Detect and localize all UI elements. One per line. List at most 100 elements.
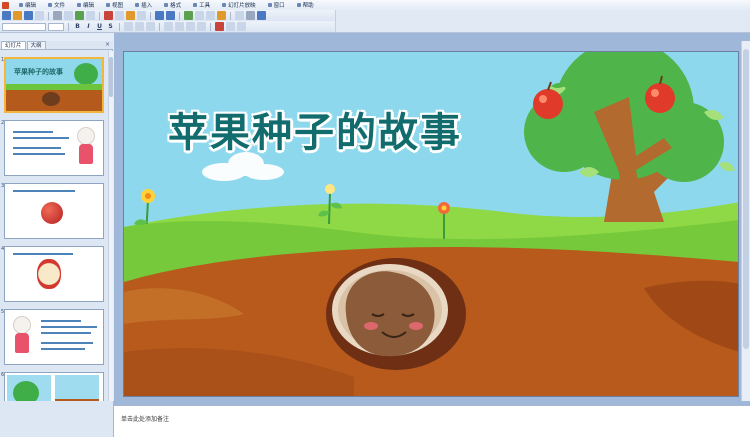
toolbar-separator bbox=[230, 11, 231, 20]
thumb-text-line bbox=[41, 348, 85, 350]
standard-toolbar bbox=[0, 10, 335, 21]
menu-label: 插入 bbox=[141, 3, 153, 9]
slide-thumbnail-3[interactable] bbox=[4, 183, 104, 239]
menu-item-help[interactable]: 帮助 bbox=[291, 0, 320, 10]
slides-panel-scrollbar[interactable] bbox=[108, 51, 113, 401]
toolbar-separator bbox=[68, 22, 69, 31]
font-name-box[interactable] bbox=[2, 22, 46, 31]
app-icon[interactable] bbox=[2, 1, 9, 9]
slide-editing-area: 苹果种子的故事 bbox=[114, 33, 750, 405]
menu-item-window[interactable]: 窗口 bbox=[262, 0, 291, 10]
slide-thumbnail-5[interactable] bbox=[4, 309, 104, 365]
slide-thumbnail-1[interactable]: 苹果种子的故事 bbox=[4, 57, 104, 113]
menu-icon bbox=[222, 3, 227, 7]
zoom-icon[interactable] bbox=[246, 11, 255, 20]
menu-item-edit[interactable]: 编辑 bbox=[71, 0, 100, 10]
italic-button[interactable]: I bbox=[84, 22, 93, 31]
insert-table-icon[interactable] bbox=[195, 11, 204, 20]
notes-placeholder[interactable]: 单击此处添加备注 bbox=[121, 414, 169, 423]
underline-button[interactable]: U bbox=[95, 22, 104, 31]
menu-icon bbox=[164, 3, 169, 7]
formatting-toolbar: B I U S bbox=[0, 21, 335, 32]
toolbar-separator bbox=[150, 11, 151, 20]
toolbar-separator bbox=[119, 22, 120, 31]
close-icon[interactable]: × bbox=[105, 41, 110, 49]
scrollbar-thumb[interactable] bbox=[743, 49, 749, 349]
design-icon[interactable] bbox=[226, 22, 235, 31]
insert-chart-icon[interactable] bbox=[184, 11, 193, 20]
menu-item-slideshow[interactable]: 幻灯片放映 bbox=[216, 0, 262, 10]
paste-icon[interactable] bbox=[126, 11, 135, 20]
thumb-text-line bbox=[13, 147, 61, 149]
slide-title[interactable]: 苹果种子的故事 bbox=[168, 100, 462, 158]
align-right-icon[interactable] bbox=[146, 22, 155, 31]
print-icon[interactable] bbox=[53, 11, 62, 20]
apple-seed-icon bbox=[326, 258, 466, 370]
panel-footer bbox=[0, 401, 114, 437]
thumb-text-line bbox=[13, 190, 75, 192]
toolbar-separator bbox=[210, 22, 211, 31]
thumb-text-line bbox=[41, 342, 93, 344]
menu-label: 视图 bbox=[112, 3, 124, 9]
toolbar-separator bbox=[179, 11, 180, 20]
tab-slides[interactable]: 幻灯片 bbox=[1, 41, 26, 49]
shadow-button[interactable]: S bbox=[106, 22, 115, 31]
slide-thumbnail-2[interactable] bbox=[4, 120, 104, 176]
insert-clipart-icon[interactable] bbox=[217, 11, 226, 20]
decrease-font-icon[interactable] bbox=[197, 22, 206, 31]
toolbar-empty-area bbox=[335, 10, 750, 32]
help-icon[interactable] bbox=[257, 11, 266, 20]
print-preview-icon[interactable] bbox=[64, 11, 73, 20]
thumb-text-line bbox=[41, 332, 91, 334]
redo-icon[interactable] bbox=[166, 11, 175, 20]
thumb-tree-scene bbox=[7, 375, 51, 401]
font-color-icon[interactable] bbox=[215, 22, 224, 31]
menu-item-tools[interactable]: 工具 bbox=[187, 0, 216, 10]
menu-item-file[interactable]: 文件 bbox=[42, 0, 71, 10]
bullets-icon[interactable] bbox=[175, 22, 184, 31]
thumb-title: 苹果种子的故事 bbox=[14, 68, 63, 76]
undo-icon[interactable] bbox=[155, 11, 164, 20]
align-left-icon[interactable] bbox=[124, 22, 133, 31]
format-painter-icon[interactable] bbox=[137, 11, 146, 20]
notes-pane[interactable]: 单击此处添加备注 bbox=[114, 405, 750, 437]
font-size-box[interactable] bbox=[48, 22, 64, 31]
slide-vertical-scrollbar[interactable] bbox=[741, 41, 750, 401]
copy-icon[interactable] bbox=[115, 11, 124, 20]
menu-label: 幻灯片放映 bbox=[228, 3, 256, 9]
insert-picture-icon[interactable] bbox=[206, 11, 215, 20]
menu-label: 工具 bbox=[199, 3, 211, 9]
align-center-icon[interactable] bbox=[135, 22, 144, 31]
menu-label: 窗口 bbox=[273, 3, 285, 9]
menu-icon bbox=[296, 3, 301, 7]
slide-thumbnail-4[interactable] bbox=[4, 246, 104, 302]
cut-icon[interactable] bbox=[104, 11, 113, 20]
bold-button[interactable]: B bbox=[73, 22, 82, 31]
menu-item-insert[interactable]: 插入 bbox=[129, 0, 158, 10]
numbering-icon[interactable] bbox=[164, 22, 173, 31]
thumb-girl-illustration bbox=[11, 316, 33, 356]
spelling-icon[interactable] bbox=[75, 11, 84, 20]
menu-item-edit-0[interactable]: 编辑 bbox=[13, 0, 42, 10]
slide-thumbnail-6[interactable] bbox=[4, 372, 104, 401]
research-icon[interactable] bbox=[86, 11, 95, 20]
tab-outline[interactable]: 大纲 bbox=[26, 41, 46, 49]
current-slide[interactable]: 苹果种子的故事 bbox=[123, 51, 739, 397]
new-file-icon[interactable] bbox=[2, 11, 11, 20]
menu-item-view[interactable]: 视图 bbox=[100, 0, 129, 10]
thumb-half-apple-image bbox=[37, 259, 61, 289]
menu-item-format[interactable]: 格式 bbox=[158, 0, 187, 10]
color-grayscale-icon[interactable] bbox=[235, 11, 244, 20]
thumb-text-line bbox=[13, 253, 73, 255]
save-icon[interactable] bbox=[24, 11, 33, 20]
open-folder-icon[interactable] bbox=[13, 11, 22, 20]
panel-tabs: 幻灯片 大纲 × bbox=[0, 41, 113, 50]
increase-font-icon[interactable] bbox=[186, 22, 195, 31]
new-slide-icon[interactable] bbox=[237, 22, 246, 31]
menu-icon bbox=[77, 3, 82, 7]
menu-icon bbox=[48, 3, 53, 7]
thumb-girl-illustration bbox=[75, 127, 97, 167]
scrollbar-thumb[interactable] bbox=[109, 57, 113, 97]
permission-icon[interactable] bbox=[35, 11, 44, 20]
thumb-tree bbox=[74, 63, 98, 85]
